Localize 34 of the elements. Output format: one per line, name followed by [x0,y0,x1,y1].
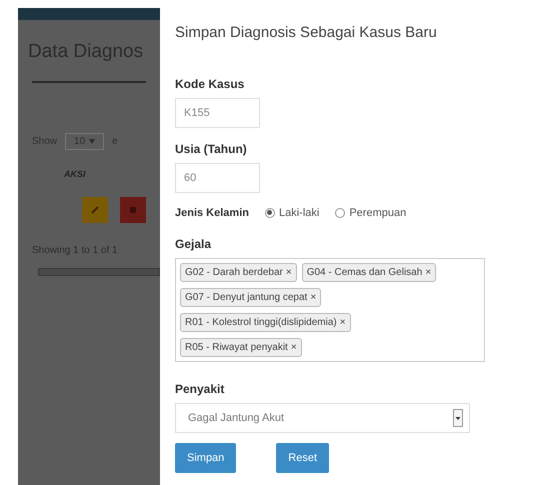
tag-text: G04 - Cemas dan Gelisah [306,266,422,280]
field-label: Jenis Kelamin [175,206,249,220]
caret-icon [89,138,96,144]
tag-input[interactable]: G02 - Darah berdebar × G04 - Cemas dan Gelisah × G07 - Denyut jantung cepat × R01 - Kolestrol tinggi(dislipidemia) × R05 - Riwayat penyakit × [175,258,485,362]
remove-button[interactable]: × [290,342,297,352]
input-field[interactable]: 60 [175,162,260,192]
select-value: Gagal Jantung Akut [188,410,284,426]
delete-button[interactable] [120,197,146,223]
field-label: Penyakit [175,381,226,398]
remove-button[interactable]: × [310,292,316,302]
input-field[interactable]: K155 [175,98,260,128]
radio-label: Perempuan [349,206,406,220]
field-label: Gejala [175,236,212,253]
tag-text: R01 - Kolestrol tinggi(dislipidemia) [185,316,337,330]
pencil-icon [90,205,100,215]
edit-button[interactable] [82,197,108,223]
scrollbar[interactable] [38,268,160,276]
trash-icon [129,206,137,214]
radio-label: Laki-laki [278,206,320,220]
form-button[interactable]: Simpan [175,443,236,473]
field-label: Usia (Tahun) [175,140,248,158]
modal-title: Simpan Diagnosis Sebagai Kasus Baru [175,23,438,43]
radio-button[interactable] [335,208,346,218]
tag-text: G07 - Denyut jantung cepat [185,291,308,305]
remove-button[interactable]: × [340,318,346,328]
remove-button[interactable]: × [286,268,292,278]
field-label: Kode Kasus [175,76,246,92]
select-field[interactable]: Gagal Jantung Akut [175,403,470,433]
tag-text: R05 - Riwayat penyakit [185,341,288,355]
remove-button[interactable]: × [425,268,432,278]
column-header: AKSI [64,168,87,180]
form-button[interactable]: Reset [276,443,330,473]
radio-button[interactable] [264,208,275,218]
tag-text: G02 - Darah berdebar [185,266,283,280]
